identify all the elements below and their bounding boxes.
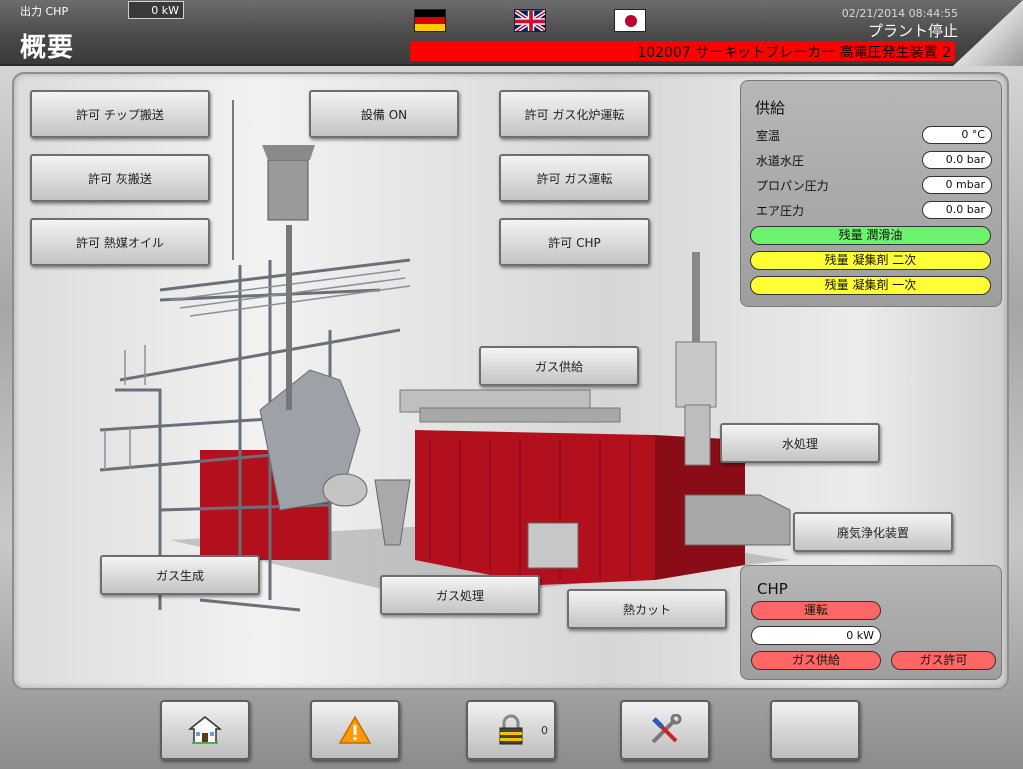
page-title: 概要 — [20, 33, 75, 63]
flocculant-primary-indicator: 残量 凝集剤 一次 — [750, 276, 991, 295]
datetime: 02/21/2014 08:44:55 — [841, 7, 958, 20]
flocculant-secondary-indicator: 残量 凝集剤 二次 — [750, 251, 991, 270]
warning-icon — [338, 715, 372, 744]
plant-status: プラント停止 — [867, 22, 958, 40]
permit-thermal-oil-button[interactable]: 許可 熱媒オイル — [30, 218, 210, 266]
header-decoration — [953, 0, 1023, 66]
home-icon — [188, 716, 222, 744]
exhaust-purifier-button[interactable]: 廃気浄化装置 — [793, 512, 953, 552]
tools-icon — [651, 714, 682, 744]
chp-title: CHP — [757, 580, 788, 598]
water-pressure-label: 水道水圧 — [756, 154, 805, 168]
permit-chip-transport-button[interactable]: 許可 チップ搬送 — [30, 90, 210, 138]
heat-cut-button[interactable]: 熱カット — [567, 589, 727, 629]
header-bar: 出力 CHP 0 kW 概要 02/21/2014 08:44:55 プラント停… — [0, 0, 1023, 66]
home-button[interactable] — [160, 700, 250, 760]
empty-nav-button[interactable] — [770, 700, 860, 760]
permit-gas-operation-button[interactable]: 許可 ガス運転 — [499, 154, 650, 202]
chp-panel: CHP 運転 0 kW ガス供給 ガス許可 — [740, 565, 1002, 680]
lubricant-level-indicator: 残量 潤滑油 — [750, 226, 991, 245]
japan-flag-icon[interactable] — [614, 9, 646, 32]
permit-gasifier-button[interactable]: 許可 ガス化炉運転 — [499, 90, 650, 138]
chp-gas-supply-indicator: ガス供給 — [751, 651, 881, 670]
equipment-on-button[interactable]: 設備 ON — [309, 90, 459, 138]
water-pressure-row: 水道水圧 0.0 bar — [756, 151, 992, 169]
room-temperature-value: 0 °C — [922, 126, 992, 144]
supply-title: 供給 — [755, 99, 786, 117]
alarm-message-bar[interactable]: 102007 サーキットブレーカー 高電圧発生装置 2 — [410, 41, 955, 61]
air-pressure-row: エア圧力 0.0 bar — [756, 201, 992, 219]
air-pressure-label: エア圧力 — [756, 204, 805, 218]
chp-power-value: 0 kW — [751, 626, 881, 645]
lock-button[interactable]: 0 — [466, 700, 556, 760]
propane-pressure-row: プロパン圧力 0 mbar — [756, 176, 992, 194]
gas-supply-button[interactable]: ガス供給 — [479, 346, 639, 386]
uk-flag-icon[interactable] — [514, 9, 546, 32]
air-pressure-value: 0.0 bar — [922, 201, 992, 219]
chp-output-value: 0 kW — [128, 1, 184, 19]
room-temperature-row: 室温 0 °C — [756, 126, 992, 144]
chp-running-indicator: 運転 — [751, 601, 881, 620]
permit-chp-button[interactable]: 許可 CHP — [499, 218, 650, 266]
water-treatment-button[interactable]: 水処理 — [720, 423, 880, 463]
lock-icon — [499, 714, 523, 745]
gas-generation-button[interactable]: ガス生成 — [100, 555, 260, 595]
room-temperature-label: 室温 — [756, 129, 781, 143]
gas-processing-button[interactable]: ガス処理 — [380, 575, 540, 615]
supply-panel: 供給 室温 0 °C 水道水圧 0.0 bar プロパン圧力 0 mbar エア… — [740, 80, 1002, 307]
water-pressure-value: 0.0 bar — [922, 151, 992, 169]
chp-output-label: 出力 CHP — [20, 5, 69, 18]
lock-count: 0 — [541, 724, 548, 737]
tools-button[interactable] — [620, 700, 710, 760]
german-flag-icon[interactable] — [414, 9, 446, 32]
propane-pressure-label: プロパン圧力 — [756, 179, 829, 193]
alarms-button[interactable] — [310, 700, 400, 760]
permit-ash-transport-button[interactable]: 許可 灰搬送 — [30, 154, 210, 202]
propane-pressure-value: 0 mbar — [922, 176, 992, 194]
chp-gas-permit-indicator: ガス許可 — [891, 651, 996, 670]
